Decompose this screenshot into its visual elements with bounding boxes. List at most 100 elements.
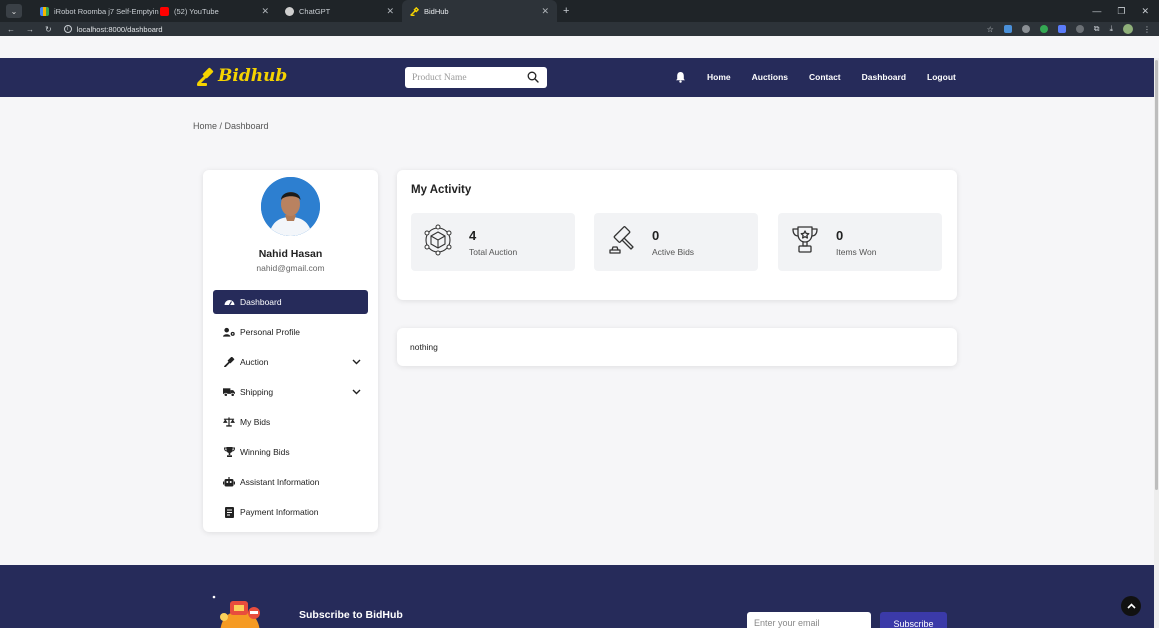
sidebar-item-dashboard[interactable]: Dashboard — [213, 290, 368, 314]
search-icon[interactable] — [527, 71, 539, 83]
site-logo[interactable]: Bidhub — [196, 66, 287, 86]
sidebar-item-label: My Bids — [240, 417, 271, 427]
new-tab-icon[interactable]: + — [563, 5, 569, 17]
sidebar-item-winning-bids[interactable]: Winning Bids — [213, 437, 368, 467]
profile-avatar-icon[interactable] — [1123, 24, 1133, 34]
notification-bell-icon[interactable] — [675, 71, 686, 83]
page-scrollbar[interactable] — [1154, 58, 1159, 628]
sidebar-item-label: Personal Profile — [240, 327, 301, 337]
tab-favicon-icon — [40, 6, 49, 16]
browser-tab[interactable]: (52) YouTube ✕ — [152, 0, 277, 22]
nav-logout[interactable]: Logout — [927, 72, 956, 82]
user-gear-icon — [223, 327, 235, 337]
tab-title: BidHub — [424, 6, 449, 16]
tab-title: iRobot Roomba j7 Self-Emptyin — [54, 6, 159, 16]
extensions-puzzle-icon[interactable]: ⧉ — [1094, 24, 1100, 34]
tab-title: (52) YouTube — [174, 6, 219, 16]
dashboard-sidebar: Nahid Hasan nahid@gmail.com Dashboard Pe… — [203, 170, 378, 532]
extension-icon[interactable] — [1021, 25, 1030, 33]
stat-active-bids: 0 Active Bids — [594, 213, 758, 271]
sidebar-item-my-bids[interactable]: My Bids — [213, 407, 368, 437]
truck-icon — [223, 387, 235, 397]
extension-icon[interactable] — [1075, 25, 1084, 33]
youtube-icon — [160, 6, 169, 16]
receipt-icon — [223, 506, 235, 518]
balance-scale-icon — [223, 417, 235, 427]
robot-icon — [223, 477, 235, 487]
search-box — [405, 67, 547, 88]
sidebar-item-personal-profile[interactable]: Personal Profile — [213, 317, 368, 347]
user-email: nahid@gmail.com — [256, 263, 325, 273]
stat-items-won: 0 Items Won — [778, 213, 942, 271]
chatgpt-icon — [285, 6, 294, 16]
stat-value: 0 — [652, 228, 660, 243]
browser-menu-icon[interactable]: ⋮ — [1143, 25, 1151, 34]
empty-state-card: nothing — [397, 328, 957, 366]
logo-text: Bidhub — [218, 66, 288, 86]
extension-icon[interactable] — [1039, 25, 1048, 33]
scrollbar-thumb[interactable] — [1155, 60, 1158, 490]
site-header: Bidhub Home Auctions Contact Dashboard L… — [0, 58, 1159, 97]
forward-icon[interactable]: → — [26, 25, 34, 34]
activity-title: My Activity — [411, 184, 472, 196]
bidhub-favicon-icon — [410, 6, 419, 16]
extension-icon[interactable] — [1057, 25, 1066, 33]
extension-icon[interactable] — [1003, 25, 1012, 33]
sidebar-item-label: Assistant Information — [240, 477, 320, 487]
nav-home[interactable]: Home — [707, 72, 731, 82]
stat-value: 0 — [836, 228, 844, 243]
sidebar-item-assistant-information[interactable]: Assistant Information — [213, 467, 368, 497]
bookmark-star-icon[interactable]: ☆ — [987, 25, 994, 34]
user-name: Nahid Hasan — [258, 248, 323, 260]
nav-auctions[interactable]: Auctions — [752, 72, 788, 82]
sidebar-item-label: Dashboard — [240, 297, 282, 307]
subscribe-button[interactable]: Subscribe — [880, 612, 947, 628]
scroll-to-top-button[interactable] — [1121, 596, 1141, 616]
sidebar-item-payment-information[interactable]: Payment Information — [213, 497, 368, 527]
reload-icon[interactable]: ↻ — [45, 25, 52, 34]
nav-contact[interactable]: Contact — [809, 72, 841, 82]
sidebar-item-label: Winning Bids — [240, 447, 290, 457]
trophy-icon — [792, 226, 818, 253]
url-field[interactable]: i localhost:8000/dashboard — [63, 25, 163, 34]
tab-search-button[interactable]: ⌄ — [6, 4, 22, 18]
restore-icon[interactable]: ❐ — [1117, 6, 1125, 17]
tab-close-icon[interactable]: ✕ — [255, 6, 269, 17]
chevron-down-icon[interactable] — [352, 359, 361, 365]
stat-label: Items Won — [836, 247, 877, 257]
tab-close-icon[interactable]: ✕ — [380, 6, 394, 17]
sidebar-item-shipping[interactable]: Shipping — [213, 377, 368, 407]
sidebar-item-auction[interactable]: Auction — [213, 347, 368, 377]
nav-dashboard[interactable]: Dashboard — [862, 72, 906, 82]
tab-close-icon[interactable]: ✕ — [535, 6, 549, 17]
browser-tab[interactable]: ChatGPT ✕ — [277, 0, 402, 22]
subscribe-email-input[interactable] — [747, 612, 871, 628]
close-window-icon[interactable]: ✕ — [1141, 6, 1149, 17]
sidebar-item-label: Auction — [240, 357, 269, 367]
chevron-down-icon[interactable] — [352, 389, 361, 395]
browser-tab-active[interactable]: BidHub ✕ — [402, 0, 557, 22]
trophy-icon — [223, 447, 235, 457]
back-icon[interactable]: ← — [7, 25, 15, 34]
stat-value: 4 — [469, 228, 477, 243]
gavel-icon — [609, 226, 634, 254]
download-icon[interactable]: ⤓ — [1109, 24, 1113, 34]
stat-label: Active Bids — [652, 247, 695, 257]
site-info-icon[interactable]: i — [63, 25, 72, 33]
subscribe-footer: Subscribe to BidHub Subscribe — [0, 565, 1159, 628]
tab-title: ChatGPT — [299, 6, 331, 16]
browser-address-bar: ← → ↻ i localhost:8000/dashboard ☆ ⧉ ⤓ ⋮ — [0, 22, 1159, 36]
sidebar-item-label: Shipping — [240, 387, 274, 397]
browser-tab-bar: ⌄ iRobot Roomba j7 Self-Emptyin (52) You… — [0, 0, 1159, 22]
gauge-icon — [223, 297, 235, 307]
gavel-icon — [223, 357, 235, 367]
gavel-logo-icon — [197, 67, 214, 86]
cube-network-icon — [424, 224, 452, 256]
sidebar-item-label: Payment Information — [240, 507, 319, 517]
product-search-input[interactable] — [405, 72, 520, 83]
stat-total-auction: 4 Total Auction — [411, 213, 575, 271]
minimize-icon[interactable]: — — [1092, 6, 1101, 17]
avatar — [261, 177, 320, 236]
stat-label: Total Auction — [469, 247, 518, 257]
my-activity-card: My Activity 4 Total Auction 0 Active Bid… — [397, 170, 957, 300]
